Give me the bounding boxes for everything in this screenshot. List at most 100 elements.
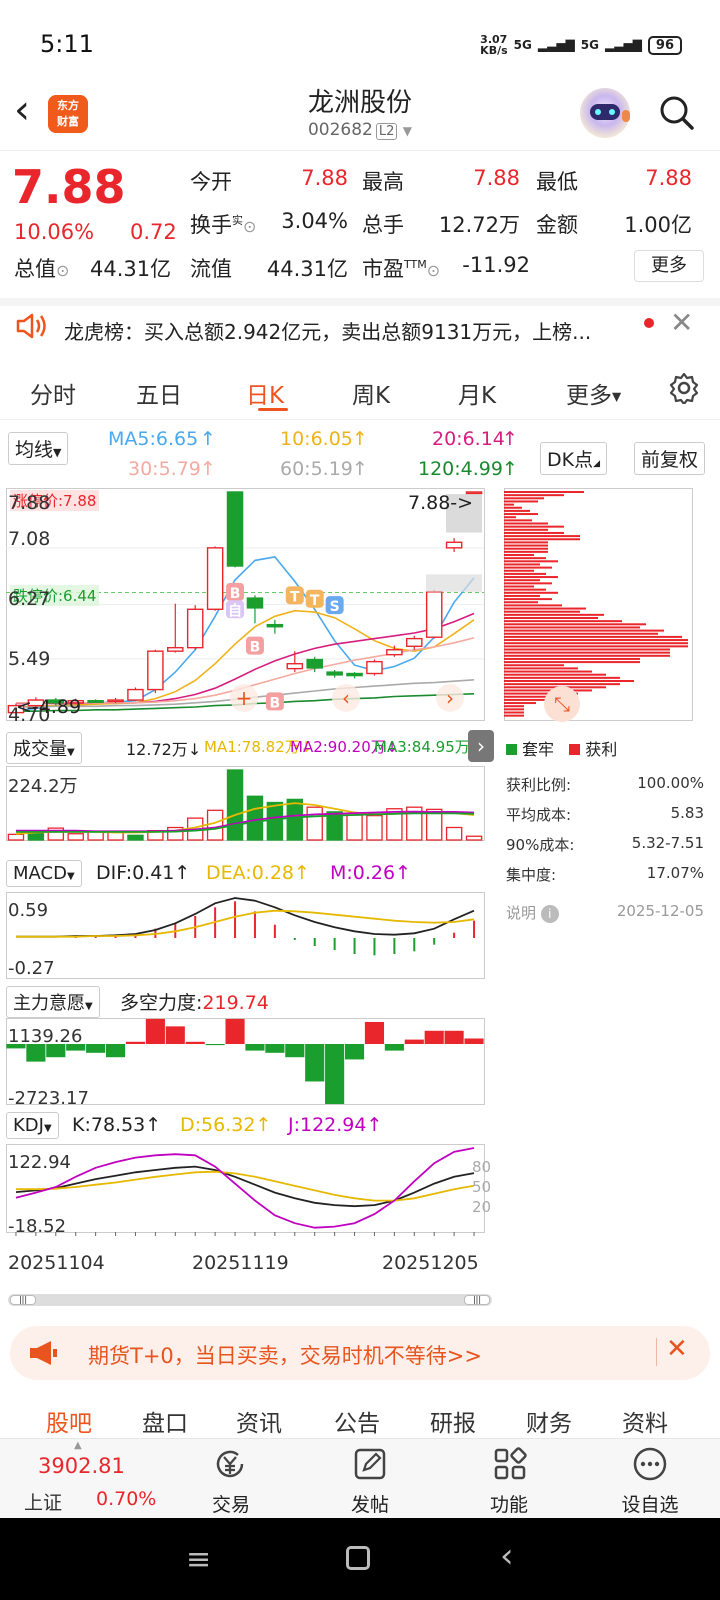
chip-bar <box>504 708 524 711</box>
y-label-1: 7.08 <box>8 528 51 550</box>
adjust-button[interactable]: 前复权 <box>634 442 706 475</box>
kline-chart[interactable]: B自BT T SB+ ‹ › <box>6 488 496 728</box>
more-button[interactable]: 更多 <box>634 250 704 282</box>
edit-post-icon[interactable] <box>352 1446 388 1482</box>
post-label[interactable]: 发帖 <box>325 1490 415 1517</box>
trade-marker-label: B <box>230 586 241 602</box>
index-value[interactable]: 3902.81 <box>38 1454 125 1478</box>
kdj-k: K:78.53↑ <box>72 1114 162 1136</box>
home-icon[interactable] <box>346 1546 370 1570</box>
kdj-chart[interactable] <box>6 1144 496 1236</box>
power-bar <box>384 1044 404 1051</box>
chip-bar <box>504 702 536 705</box>
vol-ma2-text: MA2:90.20万 <box>290 738 386 756</box>
recents-icon[interactable]: ≡ <box>186 1542 211 1577</box>
chip-bar <box>504 525 564 528</box>
chip-bar <box>504 494 564 497</box>
chip-bar <box>504 657 640 660</box>
tab-more[interactable]: 更多▼ <box>566 376 621 410</box>
macd-chart[interactable] <box>6 892 496 982</box>
close-icon[interactable]: ✕ <box>670 306 693 339</box>
close-icon[interactable]: ✕ <box>666 1334 688 1364</box>
volume-chart[interactable] <box>6 766 496 856</box>
power-select[interactable]: 主力意愿▼ <box>6 986 100 1018</box>
chip-bar <box>504 500 538 503</box>
kdj-select[interactable]: KDJ▼ <box>6 1112 59 1139</box>
tab-guba[interactable]: 股吧 <box>46 1404 92 1438</box>
chip-bar <box>504 531 564 534</box>
tab-weekly-k[interactable]: 周K <box>352 376 390 410</box>
current-price-marker: 7.88-> <box>408 492 474 514</box>
ma30-arrow: ↑ <box>200 458 216 480</box>
volume-label: 总手 <box>362 213 404 237</box>
chip-bar <box>504 661 640 664</box>
volume-bar <box>226 769 244 841</box>
functions-label[interactable]: 功能 <box>464 1490 554 1517</box>
caret-down-icon: ▼ <box>67 747 75 758</box>
range-scrollbar[interactable]: ||| ||| <box>8 1294 492 1306</box>
candle-body <box>346 672 363 677</box>
more-dots-icon[interactable] <box>632 1446 668 1482</box>
power-label-text: 多空力度: <box>120 992 203 1014</box>
level-badge: L2 <box>375 123 398 140</box>
trade-yen-icon[interactable] <box>212 1446 248 1482</box>
x-date-3: 20251205 <box>382 1252 479 1274</box>
range-handle-right[interactable]: ||| <box>464 1295 490 1305</box>
tab-five-day[interactable]: 五日 <box>136 376 182 410</box>
signal-icon: ▂▃▅▇ <box>537 38 575 52</box>
chip-distribution-chart[interactable] <box>504 488 704 728</box>
net-speed: 3.07 KB/s <box>480 33 508 57</box>
chip-bar <box>504 594 540 597</box>
power-bar <box>285 1044 305 1058</box>
trade-label[interactable]: 交易 <box>186 1490 276 1517</box>
chip-bar <box>504 588 546 591</box>
kdj-j: J:122.94↑ <box>288 1114 383 1136</box>
add-watchlist-label[interactable]: 设自选 <box>605 1490 695 1517</box>
chip-bar <box>504 601 538 604</box>
expand-icon[interactable]: ⤡ <box>544 686 580 722</box>
tab-finance[interactable]: 财务 <box>526 1404 572 1438</box>
stat-value: 5.83 <box>670 804 704 822</box>
vol-ma1-text: MA1:78.82万 <box>204 738 300 756</box>
volume-select[interactable]: 成交量▼ <box>6 732 82 764</box>
macd-select[interactable]: MACD▼ <box>6 860 82 887</box>
info-icon[interactable]: ⊙ <box>427 261 440 280</box>
info-icon[interactable]: ⊙ <box>56 261 69 280</box>
tab-news[interactable]: 资讯 <box>236 1404 282 1438</box>
tab-profile[interactable]: 资料 <box>622 1404 668 1438</box>
volume-bar <box>246 795 264 841</box>
range-handle-left[interactable]: ||| <box>10 1295 36 1305</box>
chip-date: 2025-12-05 <box>616 902 704 920</box>
back-nav-icon[interactable]: ‹ <box>500 1536 514 1576</box>
info-icon[interactable]: i <box>540 905 559 923</box>
chip-note: 说明 i <box>506 902 559 923</box>
search-icon[interactable] <box>660 96 694 130</box>
high-value: 7.88 <box>473 166 520 190</box>
assistant-avatar[interactable] <box>580 88 630 138</box>
tab-daily-k[interactable]: 日K <box>246 376 284 410</box>
power-bar <box>86 1044 106 1053</box>
functions-grid-icon[interactable] <box>492 1446 528 1482</box>
chip-bar <box>504 491 584 493</box>
expand-panel-button[interactable]: › <box>468 730 494 762</box>
chip-bar <box>504 560 558 563</box>
power-bar <box>444 1030 464 1044</box>
tab-intraday[interactable]: 分时 <box>30 376 76 410</box>
unread-dot <box>644 318 654 328</box>
tab-underline <box>258 408 288 411</box>
turnover-label-text: 换手 <box>190 213 232 237</box>
settings-gear-icon[interactable] <box>668 372 700 404</box>
chip-bar <box>504 705 524 708</box>
tab-pankou[interactable]: 盘口 <box>142 1404 188 1438</box>
tab-announcements[interactable]: 公告 <box>334 1404 380 1438</box>
tab-monthly-k[interactable]: 月K <box>458 376 496 410</box>
chip-note-row[interactable]: 说明 i 2025-12-05 <box>506 902 704 923</box>
caret-down-icon: ▼ <box>43 1123 52 1134</box>
chip-bar <box>504 607 586 610</box>
chip-bar <box>504 554 534 556</box>
dk-point-button[interactable]: DK点◢ <box>540 442 608 475</box>
info-icon[interactable]: ⊙ <box>243 217 256 236</box>
mktcap-label: 总值⊙ <box>14 253 69 283</box>
tab-research[interactable]: 研报 <box>430 1404 476 1438</box>
indicator-select[interactable]: 均线▼ <box>8 432 69 465</box>
